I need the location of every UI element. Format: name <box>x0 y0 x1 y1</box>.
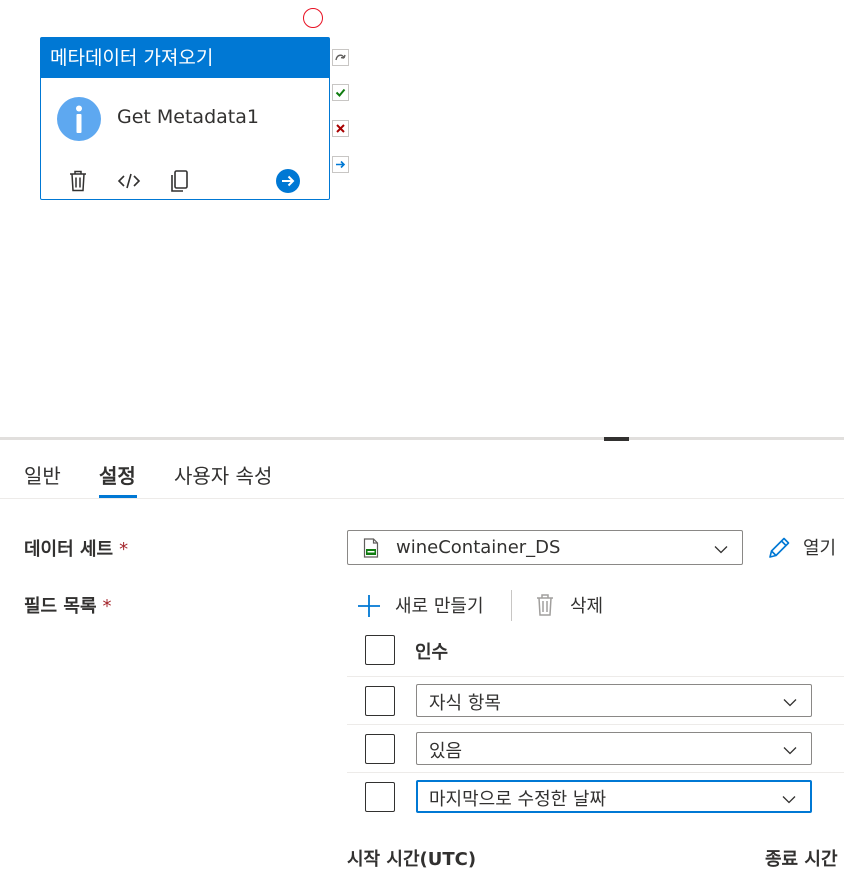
arrow-right-icon <box>336 160 346 169</box>
activity-name: Get Metadata1 <box>117 106 259 128</box>
end-time-column-header: 종료 시간 <box>765 849 838 870</box>
tab-settings[interactable]: 설정 <box>99 460 136 489</box>
code-icon[interactable] <box>116 168 142 194</box>
panel-splitter[interactable] <box>0 437 844 440</box>
field-list-label-text: 필드 목록 <box>24 596 97 617</box>
delete-label: 삭제 <box>570 596 604 617</box>
chevron-down-icon <box>714 546 728 554</box>
dataset-dropdown[interactable]: wineContainer_DS <box>347 530 743 565</box>
pencil-icon <box>769 537 790 558</box>
dataset-value: wineContainer_DS <box>396 537 561 558</box>
splitter-handle[interactable] <box>604 437 629 441</box>
argument-value: 있음 <box>429 741 463 762</box>
new-label: 새로 만들기 <box>395 596 484 617</box>
skip-arrow-icon <box>335 54 346 61</box>
info-icon <box>57 97 101 141</box>
plus-icon <box>358 595 380 617</box>
activity-type-label: 메타데이터 가져오기 <box>41 38 329 78</box>
toolbar-separator <box>511 590 512 621</box>
on-completion-handle[interactable] <box>332 156 349 173</box>
tab-user-properties[interactable]: 사용자 속성 <box>174 460 272 489</box>
csv-file-icon <box>363 538 379 558</box>
chevron-down-icon <box>783 699 797 707</box>
argument-dropdown[interactable]: 있음 <box>416 732 812 765</box>
argument-dropdown[interactable]: 자식 항목 <box>416 684 812 717</box>
row-checkbox[interactable] <box>365 734 395 764</box>
argument-value: 자식 항목 <box>429 693 501 714</box>
tab-general[interactable]: 일반 <box>24 460 61 489</box>
breakpoint-marker[interactable] <box>303 8 323 28</box>
argument-value: 마지막으로 수정한 날짜 <box>429 789 607 810</box>
copy-icon[interactable] <box>167 168 193 194</box>
open-label: 열기 <box>803 538 837 559</box>
on-skip-handle[interactable] <box>332 49 349 66</box>
field-list-label: 필드 목록 * <box>24 592 112 618</box>
delete-icon[interactable] <box>65 168 91 194</box>
row-divider <box>347 724 844 725</box>
row-checkbox[interactable] <box>365 686 395 716</box>
on-failure-handle[interactable] <box>332 120 349 137</box>
required-mark: * <box>119 539 129 560</box>
trash-icon <box>537 594 553 616</box>
argument-column-header: 인수 <box>415 642 449 663</box>
on-success-handle[interactable] <box>332 84 349 101</box>
close-icon <box>336 124 345 133</box>
activity-card[interactable]: 메타데이터 가져오기 Get Metadata1 <box>40 37 330 200</box>
arrow-right-circle-icon[interactable] <box>275 168 301 194</box>
divider <box>0 498 844 499</box>
row-checkbox[interactable] <box>365 782 395 812</box>
select-all-checkbox[interactable] <box>365 635 395 665</box>
dataset-label-text: 데이터 세트 <box>24 539 114 560</box>
row-divider <box>347 772 844 773</box>
row-divider <box>347 676 844 677</box>
dataset-label: 데이터 세트 * <box>24 535 128 561</box>
check-icon <box>335 88 346 97</box>
argument-dropdown[interactable]: 마지막으로 수정한 날짜 <box>416 780 812 813</box>
start-time-column-header: 시작 시간(UTC) <box>347 849 477 870</box>
chevron-down-icon <box>783 747 797 755</box>
required-mark: * <box>102 596 112 617</box>
chevron-down-icon <box>782 796 796 804</box>
